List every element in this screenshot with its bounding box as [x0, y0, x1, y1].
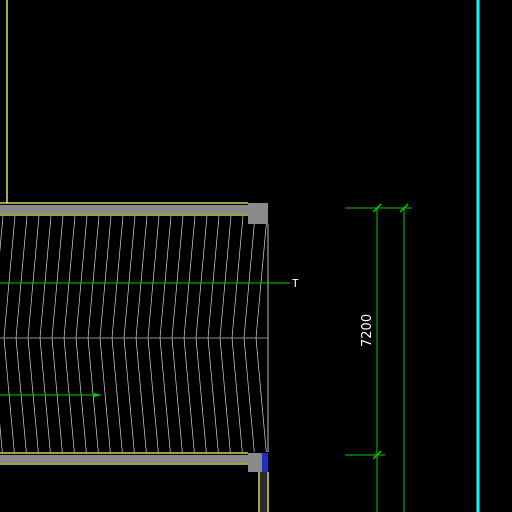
hatch-stroke — [147, 338, 159, 452]
axis-tag: T — [292, 277, 299, 290]
hatch-stroke — [195, 338, 207, 452]
column-marker — [262, 453, 268, 472]
walls — [0, 0, 269, 512]
hatch-stroke — [39, 216, 52, 338]
hatch-stroke — [111, 338, 123, 452]
hatch-stroke — [123, 216, 136, 338]
hatch-stroke — [147, 216, 160, 338]
hatch-stroke — [267, 334, 268, 338]
hatch-stroke — [15, 216, 28, 338]
hatch-stroke — [63, 216, 76, 338]
hatch-stroke — [123, 338, 135, 452]
hatch-stroke — [159, 338, 171, 452]
hatch-stroke — [111, 216, 124, 338]
hatch-stroke — [255, 216, 268, 338]
hatch-stroke — [0, 216, 4, 254]
hatch-stroke — [135, 216, 148, 338]
hatch-stroke — [87, 216, 100, 338]
hatch-stroke — [280, 216, 291, 338]
hatch-stroke — [207, 338, 219, 452]
hatch-stroke — [219, 338, 231, 452]
axis-lines: T — [0, 277, 299, 397]
wall-top-fill — [0, 205, 248, 214]
hatch-stroke — [183, 338, 195, 452]
wall-bottom-fill — [0, 455, 248, 463]
hatch-stroke — [243, 338, 255, 452]
hatch-stroke — [280, 338, 290, 452]
slab-hatch — [0, 216, 291, 452]
hatch-stroke — [255, 338, 267, 452]
wall-right-fill — [260, 472, 267, 512]
cad-drawing-viewport[interactable]: T 7200 — [0, 0, 512, 512]
hatch-stroke — [207, 216, 220, 338]
hatch-stroke — [159, 216, 172, 338]
hatch-stroke — [219, 216, 232, 338]
hatch-stroke — [51, 216, 64, 338]
hatch-stroke — [183, 216, 196, 338]
hatch-stroke — [27, 216, 40, 338]
hatch-stroke — [267, 338, 268, 342]
hatch-stroke — [171, 338, 183, 452]
hatch-stroke — [3, 216, 16, 338]
dimension-7200[interactable]: 7200 — [345, 203, 412, 512]
hatch-stroke — [243, 216, 256, 338]
axis-arrowhead — [94, 393, 102, 397]
hatch-stroke — [171, 216, 184, 338]
hatch-stroke — [135, 338, 147, 452]
hatch-stroke — [231, 338, 243, 452]
slab-hatch-upper — [0, 216, 291, 338]
column-top-right — [248, 203, 268, 224]
hatch-stroke — [75, 216, 88, 338]
hatch-stroke — [99, 216, 112, 338]
hatch-stroke — [195, 216, 208, 338]
dimension-text: 7200 — [360, 314, 375, 347]
hatch-stroke — [231, 216, 244, 338]
cad-canvas[interactable]: T 7200 — [0, 0, 512, 512]
